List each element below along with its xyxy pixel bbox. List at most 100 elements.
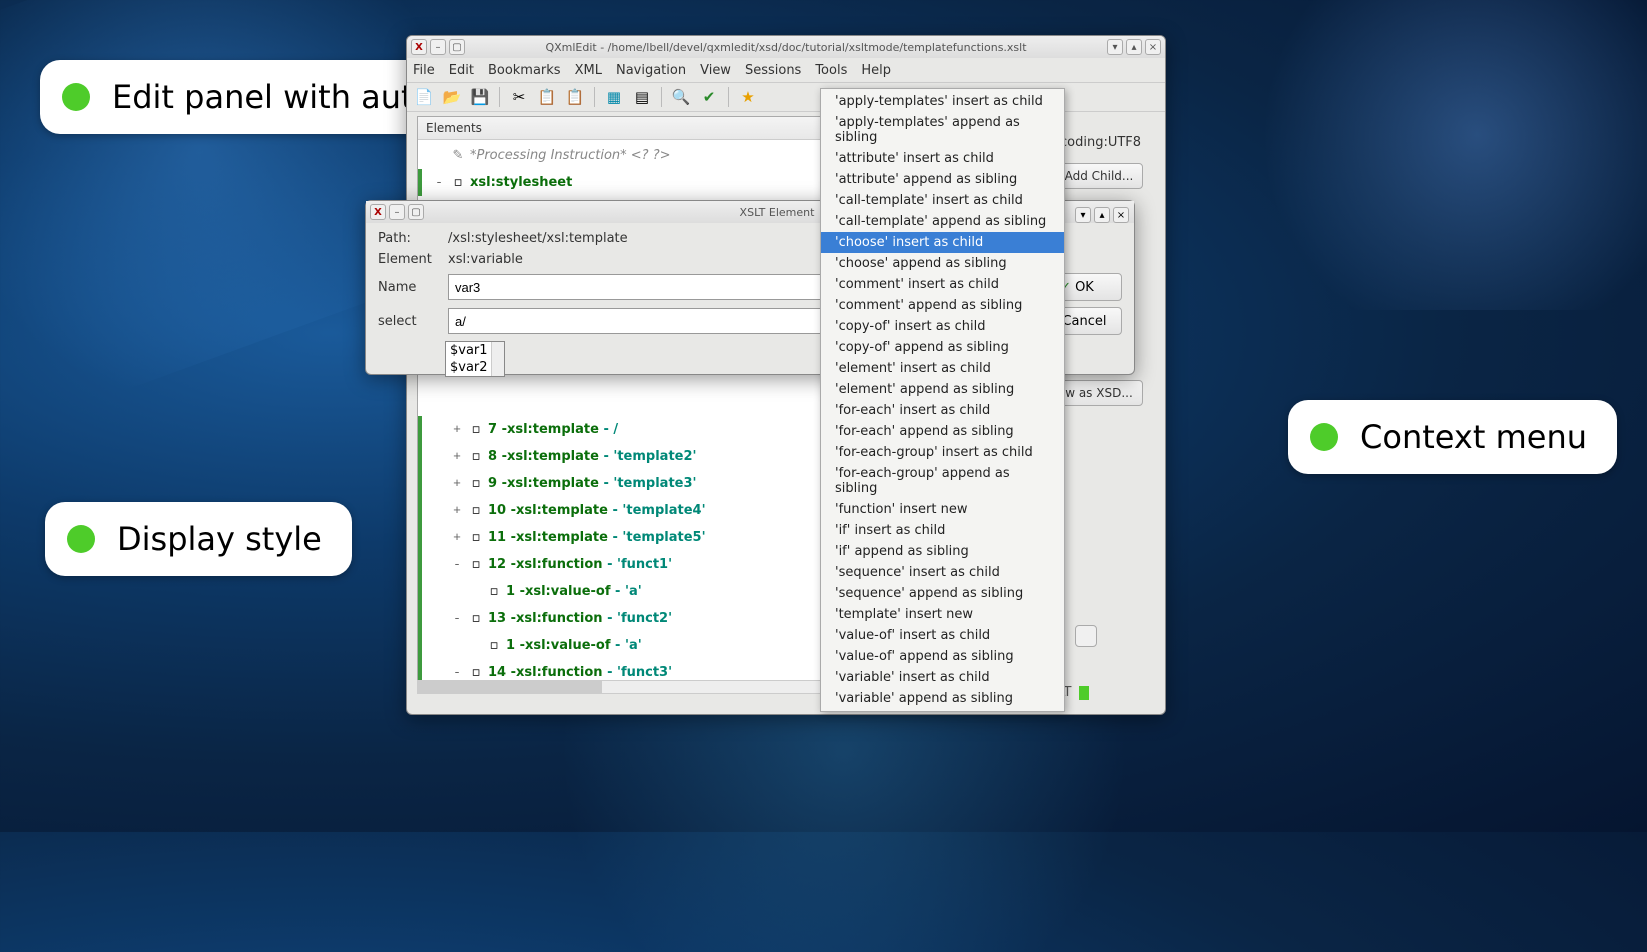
- context-menu-item[interactable]: 'comment' append as sibling: [821, 295, 1064, 316]
- context-menu-item[interactable]: 'call-template' append as sibling: [821, 211, 1064, 232]
- close2-icon[interactable]: ×: [1145, 39, 1161, 55]
- element-icon: ▫: [468, 503, 484, 518]
- menu-xml[interactable]: XML: [575, 63, 602, 78]
- add-child-button[interactable]: Add Child...: [1055, 163, 1143, 189]
- element-icon: ▫: [468, 557, 484, 572]
- row-label: 9 -xsl:template - 'template3': [488, 476, 697, 491]
- context-menu: 'apply-templates' insert as child'apply-…: [820, 88, 1065, 712]
- autocomplete-scrollbar[interactable]: [491, 342, 504, 376]
- context-menu-item[interactable]: 'sequence' append as sibling: [821, 583, 1064, 604]
- menu-navigation[interactable]: Navigation: [616, 63, 686, 78]
- callout-display-style: Display style: [45, 502, 352, 576]
- save-icon[interactable]: 💾: [469, 86, 491, 108]
- context-menu-item[interactable]: 'for-each' insert as child: [821, 400, 1064, 421]
- expander-icon[interactable]: -: [432, 175, 446, 190]
- row-label: 7 -xsl:template - /: [488, 422, 618, 437]
- expander-icon[interactable]: +: [450, 530, 464, 545]
- expander-icon[interactable]: +: [450, 449, 464, 464]
- expander-icon[interactable]: -: [450, 665, 464, 680]
- context-menu-item[interactable]: 'element' append as sibling: [821, 379, 1064, 400]
- menu-help[interactable]: Help: [861, 63, 891, 78]
- context-menu-item[interactable]: 'call-template' insert as child: [821, 190, 1064, 211]
- row-label: 12 -xsl:function - 'funct1': [488, 557, 672, 572]
- cut-icon[interactable]: ✂: [508, 86, 530, 108]
- context-menu-item[interactable]: 'for-each-group' insert as child: [821, 442, 1064, 463]
- status-lamp-icon: [1079, 686, 1089, 700]
- menubar: File Edit Bookmarks XML Navigation View …: [407, 58, 1165, 82]
- select-label: select: [378, 314, 438, 329]
- context-menu-item[interactable]: 'variable' insert as child: [821, 667, 1064, 688]
- validate-icon[interactable]: ✔: [698, 86, 720, 108]
- find-icon[interactable]: 🔍: [670, 86, 692, 108]
- row-label: 1 -xsl:value-of - 'a': [506, 584, 642, 599]
- max2-icon[interactable]: ▴: [1126, 39, 1142, 55]
- row-label: 10 -xsl:template - 'template4': [488, 503, 706, 518]
- dlg-win-min-icon[interactable]: ▾: [1075, 207, 1091, 223]
- menu-tools[interactable]: Tools: [815, 63, 847, 78]
- tool-b-icon[interactable]: ▤: [631, 86, 653, 108]
- menu-edit[interactable]: Edit: [449, 63, 474, 78]
- menu-view[interactable]: View: [700, 63, 731, 78]
- close-icon[interactable]: X: [411, 39, 427, 55]
- min2-icon[interactable]: ▾: [1107, 39, 1123, 55]
- star-icon[interactable]: ★: [737, 86, 759, 108]
- minimize-icon[interactable]: –: [430, 39, 446, 55]
- row-label: *Processing Instruction* <? ?>: [470, 148, 671, 163]
- context-menu-item[interactable]: 'attribute' append as sibling: [821, 169, 1064, 190]
- context-menu-item[interactable]: 'function' insert new: [821, 499, 1064, 520]
- context-menu-item[interactable]: 'if' insert as child: [821, 520, 1064, 541]
- element-icon: ▫: [468, 449, 484, 464]
- element-icon: ▫: [468, 476, 484, 491]
- dialog-min-icon[interactable]: –: [389, 204, 405, 220]
- context-menu-item[interactable]: 'for-each-group' append as sibling: [821, 463, 1064, 499]
- open-icon[interactable]: 📂: [441, 86, 463, 108]
- menu-bookmarks[interactable]: Bookmarks: [488, 63, 561, 78]
- context-menu-item[interactable]: 'apply-templates' insert as child: [821, 91, 1064, 112]
- dlg-win-max-icon[interactable]: ▴: [1094, 207, 1110, 223]
- pi-icon: ✎: [450, 148, 466, 163]
- view-xsd-button[interactable]: w as XSD...: [1055, 380, 1143, 406]
- row-label: 8 -xsl:template - 'template2': [488, 449, 697, 464]
- maximize-icon[interactable]: ▢: [449, 39, 465, 55]
- context-menu-item[interactable]: 'apply-templates' append as sibling: [821, 112, 1064, 148]
- context-menu-item[interactable]: 'template' insert new: [821, 604, 1064, 625]
- menu-sessions[interactable]: Sessions: [745, 63, 801, 78]
- encoding-label: coding:UTF8: [1060, 135, 1141, 150]
- copy-icon[interactable]: 📋: [536, 86, 558, 108]
- context-menu-item[interactable]: 'element' insert as child: [821, 358, 1064, 379]
- context-menu-item[interactable]: 'sequence' insert as child: [821, 562, 1064, 583]
- context-menu-item[interactable]: 'choose' insert as child: [821, 232, 1064, 253]
- context-menu-item[interactable]: 'attribute' insert as child: [821, 148, 1064, 169]
- dialog-max-icon[interactable]: ▢: [408, 204, 424, 220]
- context-menu-item[interactable]: 'choose' append as sibling: [821, 253, 1064, 274]
- context-menu-item[interactable]: 'if' append as sibling: [821, 541, 1064, 562]
- context-menu-item[interactable]: 'variable' append as sibling: [821, 688, 1064, 709]
- element-label: Element: [378, 252, 438, 267]
- context-menu-item[interactable]: 'value-of' insert as child: [821, 625, 1064, 646]
- dialog-close-icon[interactable]: X: [370, 204, 386, 220]
- expander-icon[interactable]: +: [450, 503, 464, 518]
- element-icon: ▫: [486, 584, 502, 599]
- dlg-win-close-icon[interactable]: ×: [1113, 207, 1129, 223]
- paste-icon[interactable]: 📋: [564, 86, 586, 108]
- context-menu-item[interactable]: 'value-of' append as sibling: [821, 646, 1064, 667]
- context-menu-item[interactable]: 'copy-of' insert as child: [821, 316, 1064, 337]
- expander-icon[interactable]: +: [450, 422, 464, 437]
- corner-icon[interactable]: [1075, 625, 1097, 647]
- expander-icon[interactable]: +: [450, 476, 464, 491]
- element-icon: ▫: [486, 638, 502, 653]
- main-titlebar: X – ▢ QXmlEdit - /home/lbell/devel/qxmle…: [407, 36, 1165, 58]
- tool-a-icon[interactable]: ▦: [603, 86, 625, 108]
- new-icon[interactable]: 📄: [413, 86, 435, 108]
- expander-icon[interactable]: -: [450, 611, 464, 626]
- row-label: 11 -xsl:template - 'template5': [488, 530, 706, 545]
- context-menu-item[interactable]: 'for-each' append as sibling: [821, 421, 1064, 442]
- context-menu-item[interactable]: 'copy-of' append as sibling: [821, 337, 1064, 358]
- context-menu-item[interactable]: 'comment' insert as child: [821, 274, 1064, 295]
- expander-icon[interactable]: -: [450, 557, 464, 572]
- autocomplete-popup: $var1 $var2: [445, 341, 505, 377]
- menu-file[interactable]: File: [413, 63, 435, 78]
- element-icon: ▫: [468, 665, 484, 680]
- row-label: 13 -xsl:function - 'funct2': [488, 611, 672, 626]
- row-label: 1 -xsl:value-of - 'a': [506, 638, 642, 653]
